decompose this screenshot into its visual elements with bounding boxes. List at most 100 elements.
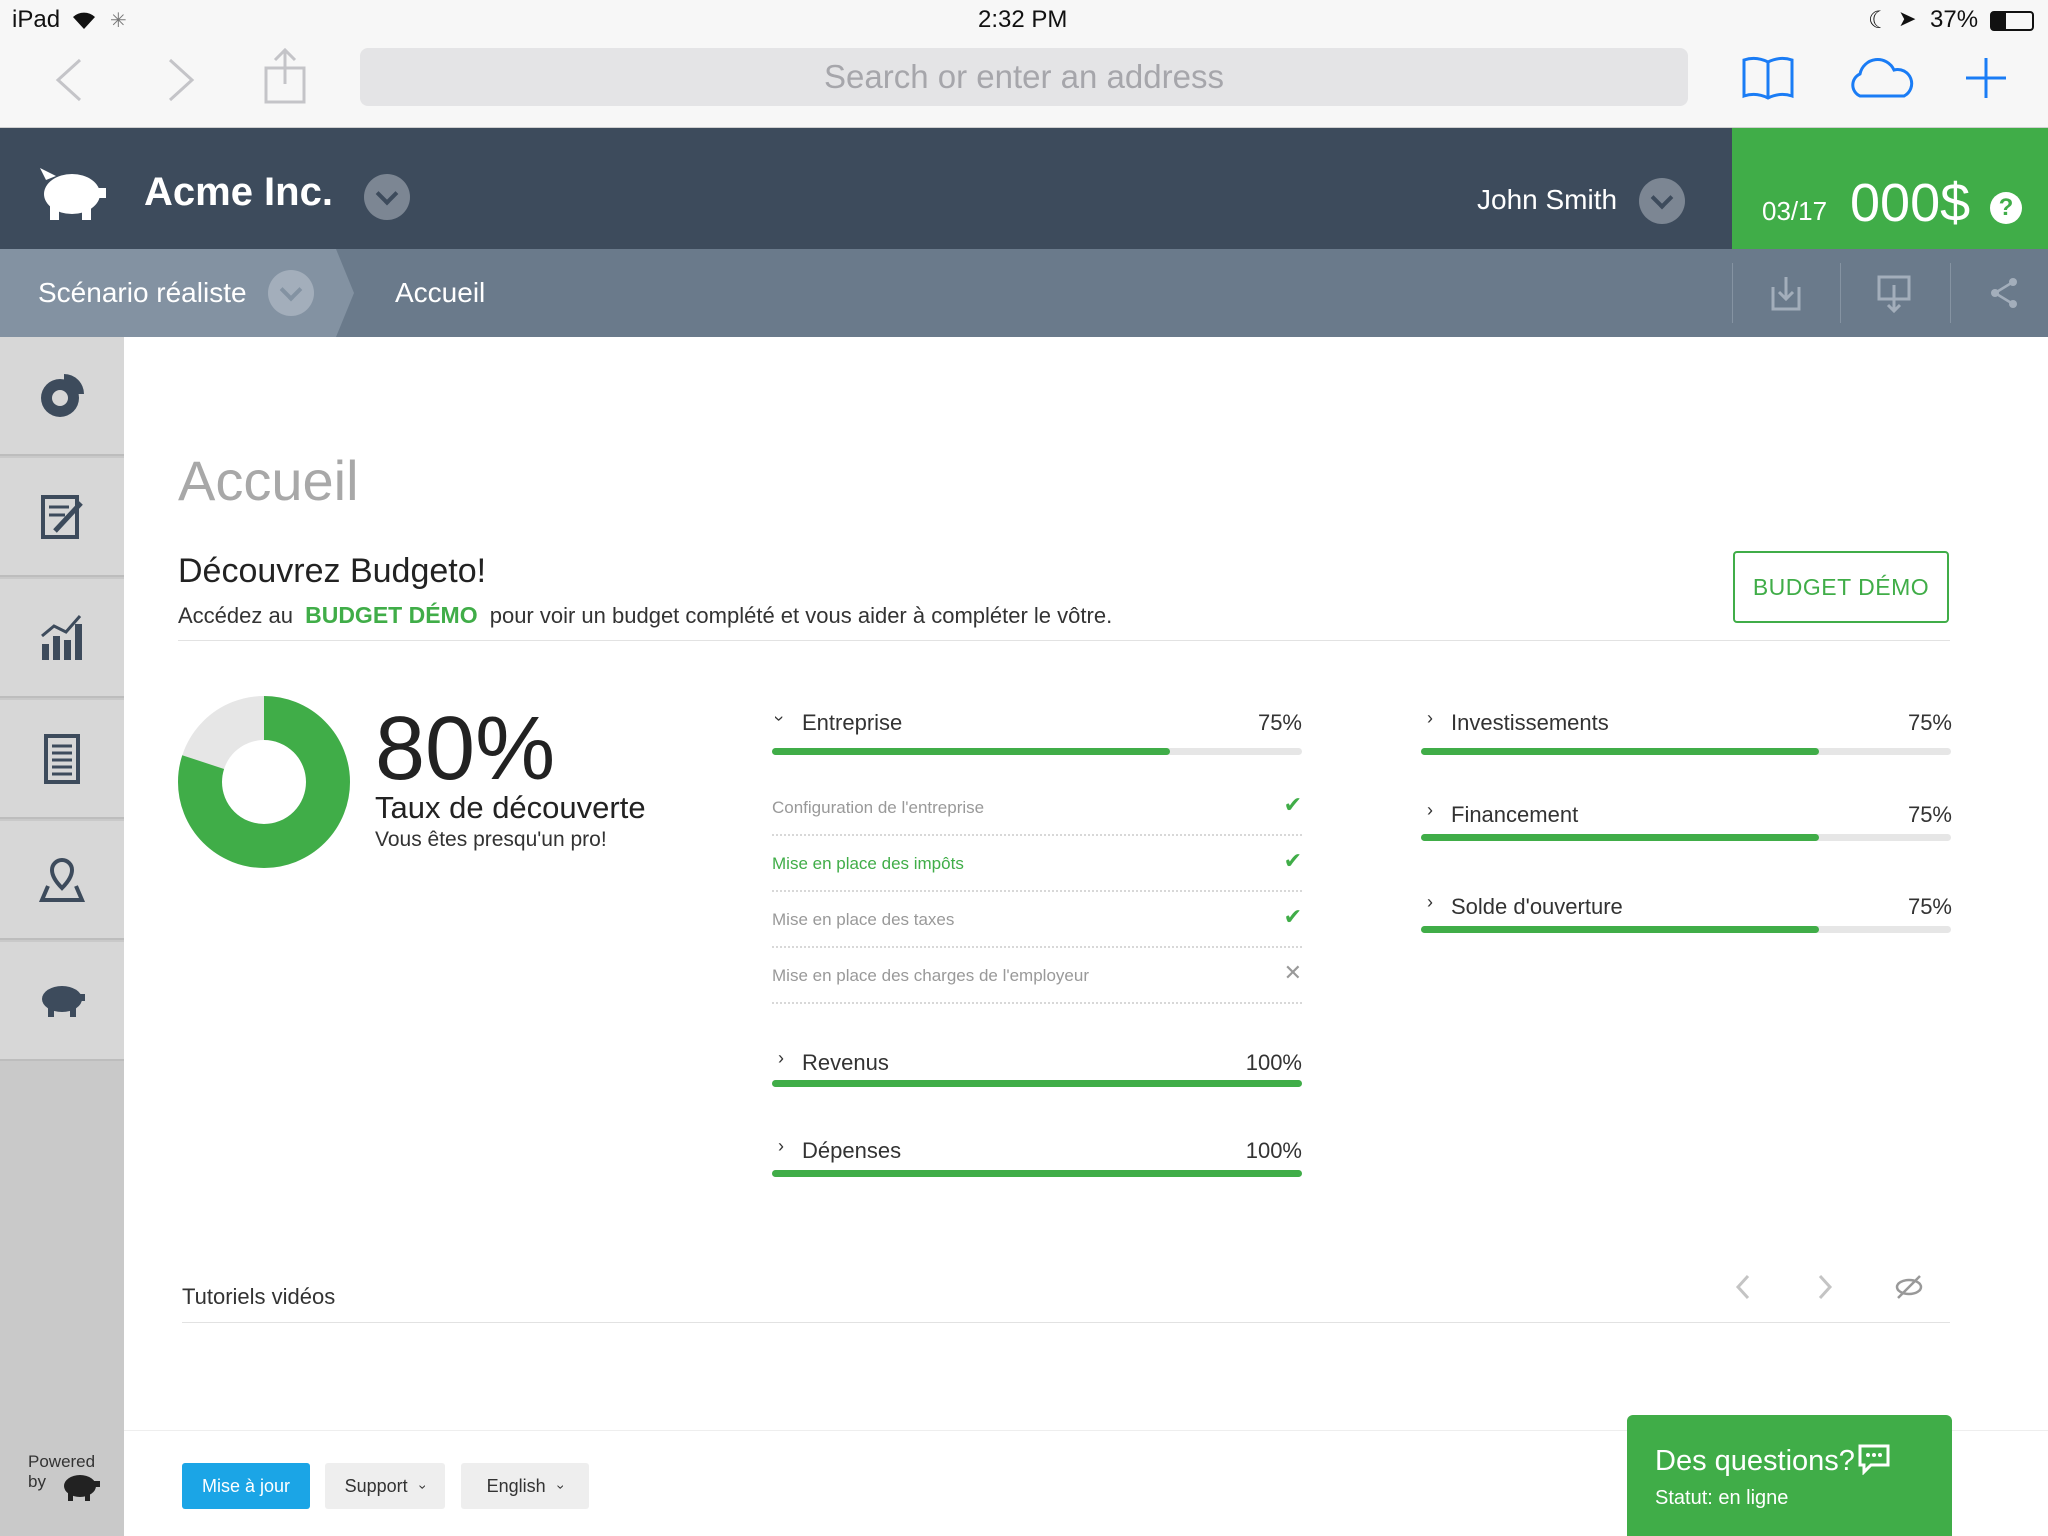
- device-name: iPad: [12, 6, 61, 33]
- user-dropdown-button[interactable]: [1639, 178, 1685, 224]
- breadcrumb: Accueil: [395, 277, 486, 308]
- scenario-selector[interactable]: Scénario réaliste: [0, 249, 354, 337]
- subtask-label: Mise en place des taxes: [772, 910, 955, 929]
- section-percent: 75%: [1907, 802, 1952, 827]
- location-arrow-icon: ➤: [1898, 6, 1917, 31]
- section-label: Dépenses: [802, 1138, 902, 1163]
- sidebar-item-savings[interactable]: [0, 942, 124, 1061]
- company-dropdown-button[interactable]: [364, 174, 410, 220]
- subtask-row[interactable]: Mise en place des charges de l'employeur…: [772, 948, 1302, 1004]
- close-icon: ✕: [1283, 960, 1302, 985]
- present-button[interactable]: [1840, 263, 1948, 323]
- discovery-subtitle: Vous êtes presqu'un pro!: [375, 828, 607, 851]
- support-label: Support: [344, 1475, 408, 1496]
- piggy-bank-icon: [42, 985, 85, 1017]
- page-title: Accueil: [178, 449, 359, 512]
- section-label: Investissements: [1451, 710, 1609, 735]
- progress-track: [772, 748, 1302, 755]
- chat-widget[interactable]: Des questions? Statut: en ligne: [1627, 1415, 1952, 1536]
- tutorials-next-icon[interactable]: [1816, 1274, 1834, 1300]
- ios-status-bar: iPad ✳ 2:32 PM ☾ ➤ 37%: [0, 0, 2048, 40]
- browser-toolbar: [0, 40, 2048, 128]
- divider: [178, 640, 1950, 641]
- progress-track: [772, 1170, 1302, 1177]
- budget-summary[interactable]: 03/17 000$ ?: [1732, 128, 2048, 249]
- chat-status: Statut: en ligne: [1655, 1487, 1789, 1509]
- subtask-row[interactable]: Configuration de l'entreprise ✔: [772, 780, 1302, 836]
- chevron-right-icon: ›: [1427, 708, 1433, 728]
- section-label: Entreprise: [802, 710, 903, 735]
- user-name: John Smith: [1477, 184, 1618, 215]
- update-button[interactable]: Mise à jour: [182, 1463, 310, 1509]
- section-label: Solde d'ouverture: [1451, 894, 1623, 919]
- check-icon: ✔: [1283, 848, 1302, 873]
- chat-bubble-icon: [1858, 1444, 1890, 1475]
- subtask-row[interactable]: Mise en place des impôts ✔: [772, 836, 1302, 892]
- sidebar-item-edit[interactable]: [0, 458, 124, 577]
- tutorials-prev-icon[interactable]: [1734, 1274, 1752, 1300]
- map-pin-icon: [38, 857, 86, 902]
- chevron-right-icon: ›: [778, 1136, 784, 1156]
- scenario-label: Scénario réaliste: [38, 277, 247, 308]
- sidebar: Powered by: [0, 337, 124, 1536]
- section-percent: 100%: [1245, 1138, 1302, 1163]
- section-label: Financement: [1451, 802, 1579, 827]
- powered-by: Powered by: [28, 1452, 100, 1501]
- hide-eye-icon[interactable]: [1894, 1274, 1924, 1300]
- language-label: English: [486, 1475, 546, 1496]
- section-percent: 75%: [1907, 894, 1952, 919]
- battery-icon: [1990, 11, 2034, 31]
- support-dropdown[interactable]: Support ›: [325, 1463, 445, 1509]
- sidebar-item-reports[interactable]: [0, 579, 124, 698]
- current-date: 03/17: [1762, 196, 1828, 226]
- address-bar[interactable]: [360, 48, 1688, 106]
- chevron-right-icon: ›: [778, 1048, 784, 1068]
- forward-icon[interactable]: [164, 58, 198, 102]
- activity-spinner-icon: ✳: [110, 10, 127, 32]
- budget-amount: 000$: [1850, 173, 1971, 233]
- progress-fill: [772, 1080, 1302, 1087]
- progress-fill: [1421, 834, 1819, 841]
- chevron-right-icon: ›: [1427, 800, 1433, 820]
- progress-fill: [772, 748, 1170, 755]
- back-icon[interactable]: [52, 58, 86, 102]
- share-icon[interactable]: [262, 48, 310, 106]
- progress-fill: [772, 1170, 1302, 1177]
- language-dropdown[interactable]: English ›: [461, 1463, 589, 1509]
- new-tab-icon[interactable]: [1964, 56, 2008, 100]
- divider: [182, 1322, 1950, 1323]
- download-icon: [1771, 277, 1801, 311]
- section-percent: 75%: [1907, 710, 1952, 735]
- sidebar-item-overview[interactable]: [0, 337, 124, 456]
- sub-header: Scénario réaliste Accueil: [0, 249, 2048, 337]
- discovery-label: Taux de découverte: [375, 790, 646, 825]
- section-label: Revenus: [802, 1050, 889, 1075]
- scenario-dropdown-button[interactable]: [268, 270, 314, 316]
- download-button[interactable]: [1732, 263, 1840, 323]
- subtask-label: Mise en place des impôts: [772, 854, 964, 873]
- progress-track: [1421, 926, 1951, 933]
- chevron-down-icon: ›: [769, 715, 790, 722]
- discover-text-before: Accédez au: [178, 603, 293, 628]
- check-icon: ✔: [1283, 904, 1302, 929]
- sidebar-item-statements[interactable]: [0, 700, 124, 819]
- progress-track: [1421, 748, 1951, 755]
- progress-fill: [1421, 926, 1819, 933]
- help-icon[interactable]: ?: [1990, 192, 2022, 224]
- chat-title: Des questions?: [1655, 1445, 1855, 1477]
- company-name: Acme Inc.: [144, 170, 333, 214]
- app-header: Acme Inc. John Smith: [0, 128, 1732, 249]
- pie-chart-icon: [41, 373, 84, 417]
- demo-link[interactable]: BUDGET DÉMO: [305, 602, 478, 628]
- subtask-row[interactable]: Mise en place des taxes ✔: [772, 892, 1302, 948]
- budget-demo-button[interactable]: BUDGET DÉMO: [1733, 551, 1949, 623]
- icloud-tabs-icon[interactable]: [1846, 56, 1918, 100]
- discover-text-after: pour voir un budget complété et vous aid…: [489, 603, 1113, 628]
- sidebar-item-map[interactable]: [0, 821, 124, 940]
- bar-chart-icon: [41, 614, 82, 660]
- report-icon: [44, 733, 80, 784]
- battery-percent: 37%: [1930, 6, 1979, 33]
- discovery-percent: 80%: [375, 699, 556, 799]
- share-button[interactable]: [1950, 263, 2048, 323]
- bookmarks-icon[interactable]: [1740, 54, 1796, 100]
